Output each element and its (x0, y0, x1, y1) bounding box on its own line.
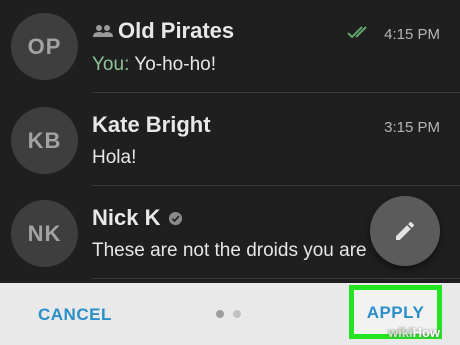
preview-text: Hola! (92, 147, 137, 168)
avatar: KB (11, 107, 78, 174)
chat-row[interactable]: KB Kate Bright 3:15 PM Hola! (0, 93, 460, 186)
chat-name-line: Old Pirates (92, 18, 234, 44)
chat-name-line: Kate Bright (92, 112, 211, 138)
divider (92, 278, 460, 279)
preview-text: Yo-ho-ho! (134, 54, 216, 75)
group-icon (93, 25, 113, 37)
chat-preview: These are not the droids you are (92, 240, 367, 262)
double-check-icon (347, 26, 367, 39)
pencil-icon (396, 221, 415, 240)
page-indicator (216, 310, 241, 318)
watermark: wikiHow (388, 325, 441, 340)
avatar: OP (11, 13, 78, 80)
cancel-button[interactable]: CANCEL (38, 305, 112, 325)
apply-label: APPLY (366, 303, 425, 322)
avatar: NK (11, 200, 78, 267)
page-dot (233, 310, 241, 318)
chat-preview: Hola! (92, 147, 136, 169)
compose-button[interactable] (370, 196, 440, 266)
chat-preview: You: Yo-ho-ho! (92, 54, 216, 76)
chat-name: Old Pirates (118, 18, 235, 43)
chat-name: Kate Bright (92, 112, 211, 137)
sender-label: You: (92, 54, 130, 75)
chat-row[interactable]: OP Old Pirates 4:15 PM You: Yo-ho-ho! (0, 0, 460, 93)
chat-time: 4:15 PM (384, 26, 440, 43)
chat-time: 3:15 PM (384, 119, 440, 136)
chat-list: OP Old Pirates 4:15 PM You: Yo-ho-ho! KB… (0, 0, 460, 283)
verified-icon (169, 211, 183, 225)
preview-text: These are not the droids you are (92, 240, 367, 261)
page-dot-active (216, 310, 224, 318)
chat-name: Nick K (92, 205, 161, 230)
chat-name-line: Nick K (92, 205, 183, 231)
